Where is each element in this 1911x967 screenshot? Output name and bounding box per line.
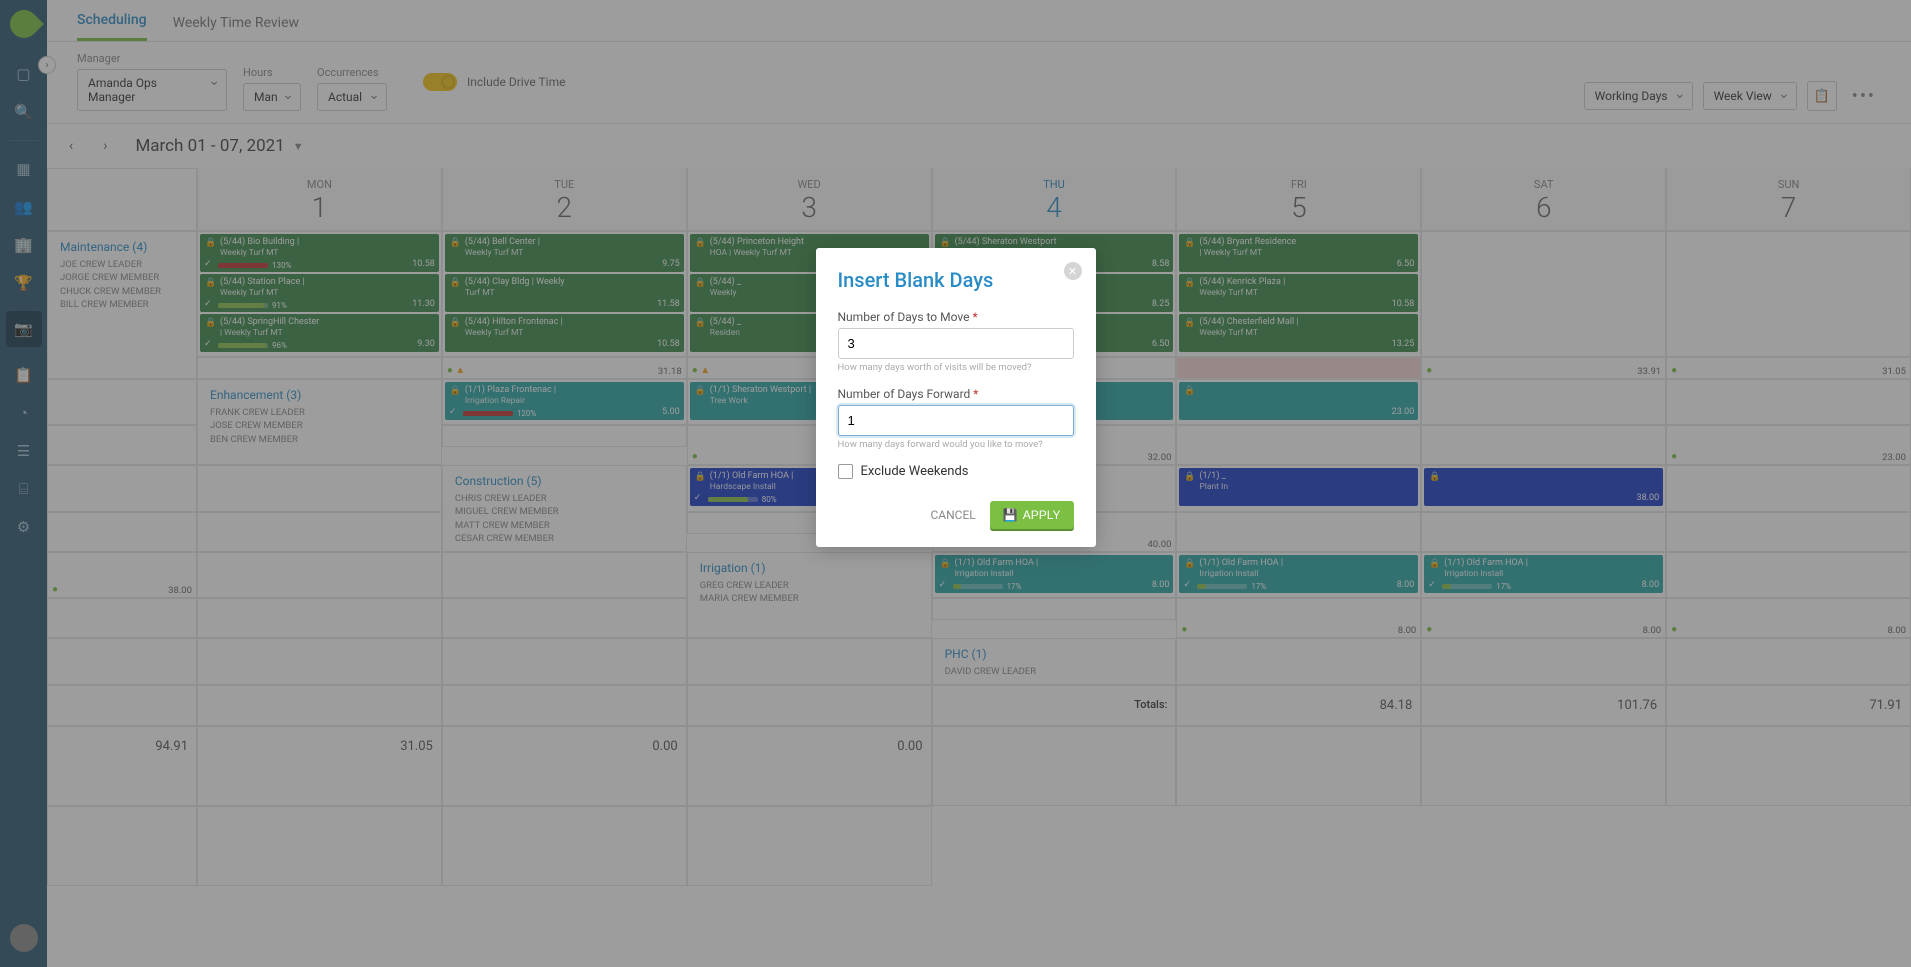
save-icon: 💾	[1003, 508, 1018, 522]
days-to-move-hint: How many days worth of visits will be mo…	[838, 362, 1074, 373]
days-to-move-input[interactable]	[838, 328, 1074, 359]
days-to-move-label: Number of Days to Move *	[838, 310, 1074, 324]
insert-blank-days-modal: ✕ Insert Blank Days Number of Days to Mo…	[816, 248, 1096, 547]
close-icon[interactable]: ✕	[1064, 262, 1082, 280]
exclude-weekends-label: Exclude Weekends	[861, 464, 969, 479]
modal-overlay[interactable]: ✕ Insert Blank Days Number of Days to Mo…	[0, 0, 1911, 967]
days-forward-label: Number of Days Forward *	[838, 387, 1074, 401]
exclude-weekends-checkbox[interactable]	[838, 464, 853, 479]
cancel-button[interactable]: CANCEL	[930, 508, 975, 522]
apply-button[interactable]: 💾APPLY	[990, 501, 1074, 529]
modal-title: Insert Blank Days	[838, 268, 1074, 292]
days-forward-input[interactable]	[838, 405, 1074, 436]
days-forward-hint: How many days forward would you like to …	[838, 439, 1074, 450]
